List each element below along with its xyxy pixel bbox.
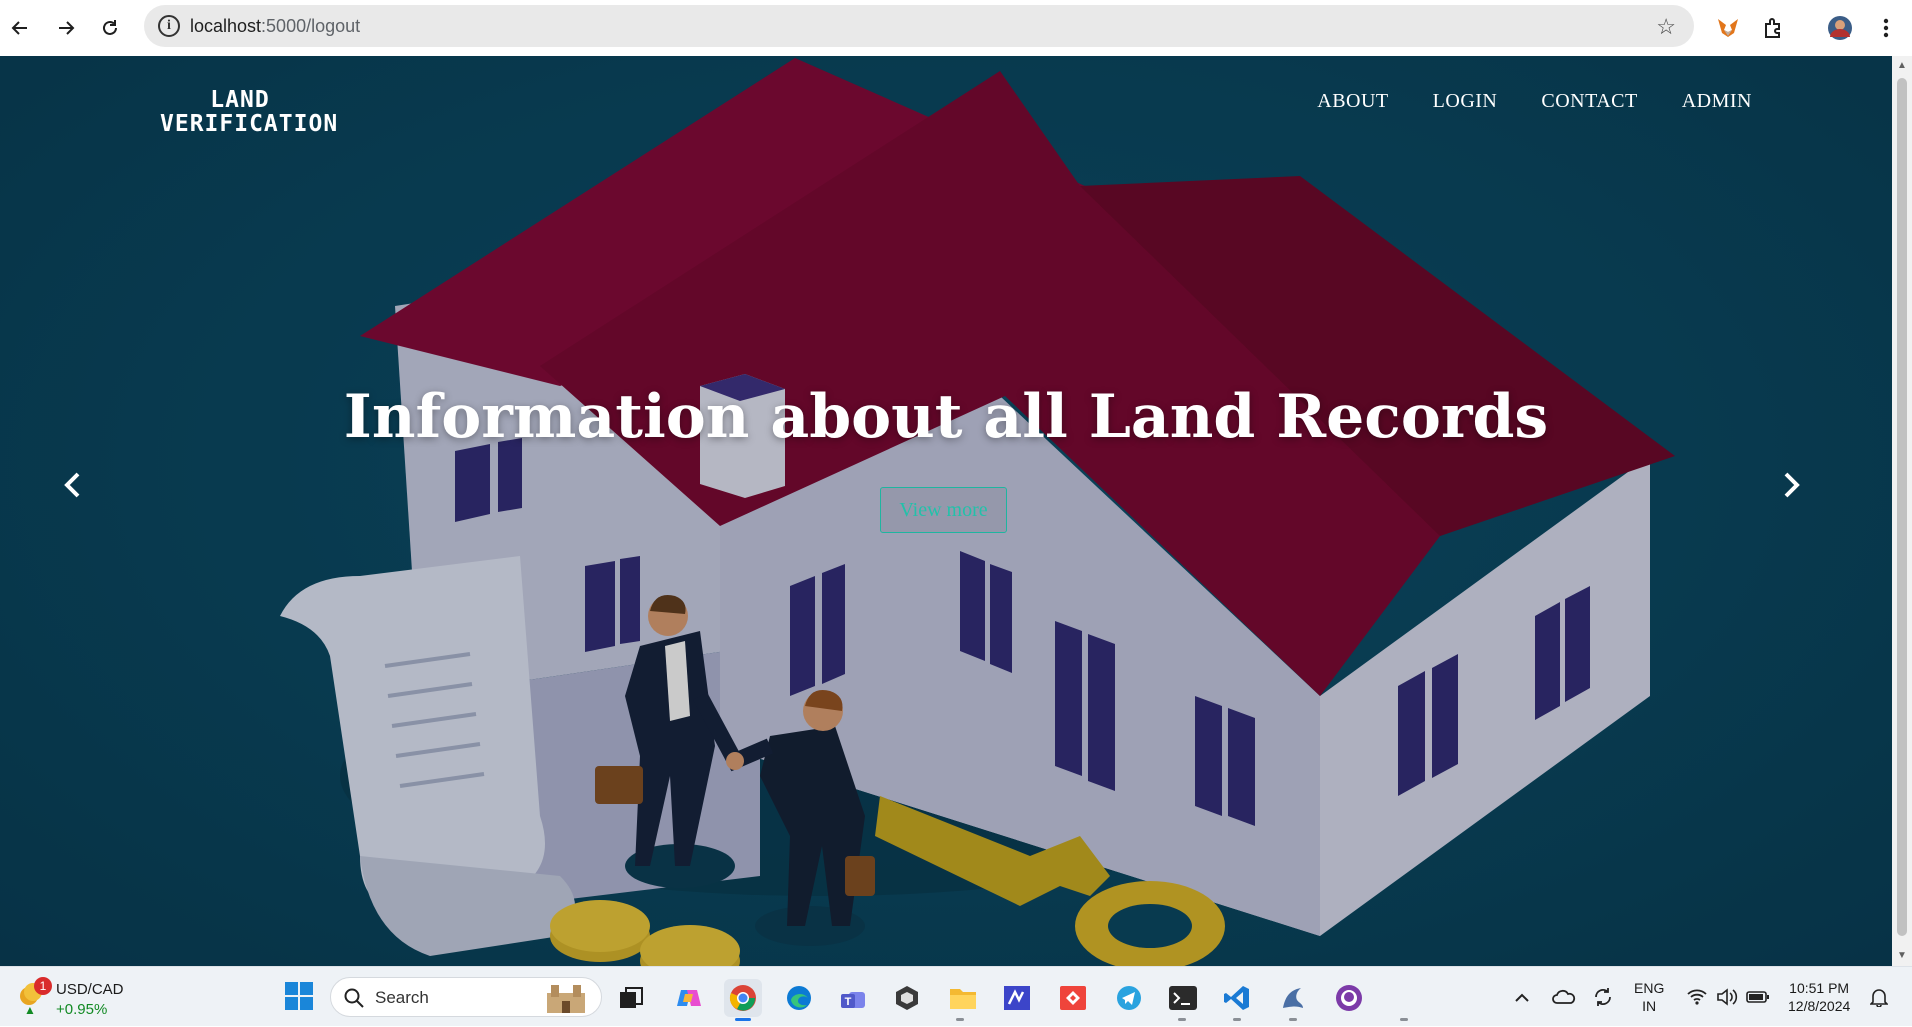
forward-arrow-icon (59, 21, 75, 35)
chevron-left-icon (64, 472, 80, 498)
clock[interactable]: 10:51 PM 12/8/2024 (1788, 967, 1850, 1027)
vscode-indicator (1233, 1018, 1241, 1021)
carousel-next-button[interactable] (1772, 460, 1812, 510)
chrome-active-indicator (735, 1018, 751, 1021)
trend-up-icon: ▲ (24, 1003, 36, 1017)
search-icon (344, 988, 364, 1008)
chrome-taskbar-icon[interactable] (724, 979, 762, 1017)
site-nav: ABOUT LOGIN CONTACT ADMIN (1317, 90, 1752, 113)
browser-menu-icon[interactable] (1870, 12, 1902, 44)
clock-time: 10:51 PM (1789, 980, 1850, 996)
windows-logo-icon (285, 982, 313, 1010)
sync-icon[interactable] (1592, 967, 1614, 1027)
profile-avatar[interactable] (1824, 12, 1856, 44)
windows-start-button[interactable] (284, 981, 314, 1011)
clock-date: 12/8/2024 (1788, 998, 1851, 1014)
extensions-puzzle-icon[interactable] (1758, 12, 1790, 44)
widget-title: USD/CAD (56, 981, 124, 998)
nav-contact[interactable]: CONTACT (1541, 90, 1637, 113)
svg-text:T: T (845, 996, 852, 1008)
notifications-bell-icon[interactable] (1870, 967, 1888, 1027)
bookmark-star-icon[interactable]: ☆ (1656, 14, 1676, 40)
currency-widget[interactable]: 1 ▲ USD/CAD +0.95% (14, 977, 144, 1019)
show-hidden-icons[interactable] (1514, 967, 1530, 1027)
forward-button[interactable] (50, 12, 82, 44)
hero-title: Information about all Land Records (343, 382, 1549, 452)
task-view-icon[interactable] (612, 979, 650, 1017)
carousel-prev-button[interactable] (52, 460, 92, 510)
terminal-icon[interactable] (1164, 979, 1202, 1017)
chevron-up-icon (1515, 993, 1529, 1002)
mysql-workbench-icon[interactable] (1274, 979, 1312, 1017)
vscode-icon[interactable] (1218, 979, 1256, 1017)
wifi-icon[interactable] (1686, 967, 1708, 1027)
page-viewport: LAND VERIFICATION ABOUT LOGIN CONTACT AD… (0, 56, 1892, 966)
back-arrow-icon (11, 21, 27, 35)
page-scrollbar[interactable]: ▲ ▼ (1892, 56, 1912, 966)
site-logo[interactable]: LAND VERIFICATION (160, 87, 339, 137)
taskbar: 1 ▲ USD/CAD +0.95% Search T ENG IN 10:51… (0, 966, 1912, 1026)
lang-line-1: ENG (1634, 980, 1665, 996)
reload-button[interactable] (94, 12, 126, 44)
explorer-indicator (956, 1018, 964, 1021)
workbench-indicator (1289, 1018, 1297, 1021)
browser-toolbar: i localhost:5000/logout ☆ (0, 0, 1912, 56)
back-button[interactable] (4, 12, 36, 44)
scroll-down-icon[interactable]: ▼ (1897, 950, 1907, 961)
reload-icon (103, 20, 117, 35)
scroll-up-icon[interactable]: ▲ (1897, 60, 1907, 71)
site-info-icon[interactable]: i (158, 15, 180, 37)
search-label: Search (375, 988, 429, 1007)
anydesk-icon[interactable] (1054, 979, 1092, 1017)
volume-icon[interactable] (1716, 967, 1738, 1027)
notification-badge: 1 (34, 977, 52, 995)
extra-app-indicator (1400, 1018, 1408, 1021)
file-explorer-icon[interactable] (944, 979, 982, 1017)
unity-icon[interactable] (888, 979, 926, 1017)
visual-studio-icon[interactable] (998, 979, 1036, 1017)
language-indicator[interactable]: ENG IN (1634, 967, 1664, 1027)
github-desktop-icon[interactable] (1330, 979, 1368, 1017)
metamask-extension-icon[interactable] (1712, 12, 1744, 44)
telegram-icon[interactable] (1110, 979, 1148, 1017)
nav-login[interactable]: LOGIN (1433, 90, 1498, 113)
battery-icon[interactable] (1746, 967, 1770, 1027)
copilot-icon[interactable] (670, 979, 708, 1017)
search-highlight-image-icon (547, 985, 585, 1013)
view-more-button[interactable]: View more (880, 487, 1007, 533)
widget-change: +0.95% (56, 1001, 108, 1018)
lang-line-2: IN (1642, 998, 1657, 1014)
nav-admin[interactable]: ADMIN (1682, 90, 1752, 113)
address-bar[interactable]: i localhost:5000/logout ☆ (144, 5, 1694, 47)
chevron-right-icon (1784, 472, 1800, 498)
teams-icon[interactable]: T (834, 979, 872, 1017)
scrollbar-thumb[interactable] (1897, 78, 1907, 936)
logo-line-2: VERIFICATION (160, 111, 339, 137)
taskbar-search[interactable]: Search (330, 977, 602, 1017)
url-text[interactable]: localhost:5000/logout (190, 5, 360, 47)
onedrive-icon[interactable] (1552, 967, 1576, 1027)
edge-icon[interactable] (780, 979, 818, 1017)
logo-line-1: LAND (210, 87, 270, 113)
nav-about[interactable]: ABOUT (1317, 90, 1388, 113)
terminal-indicator (1178, 1018, 1186, 1021)
